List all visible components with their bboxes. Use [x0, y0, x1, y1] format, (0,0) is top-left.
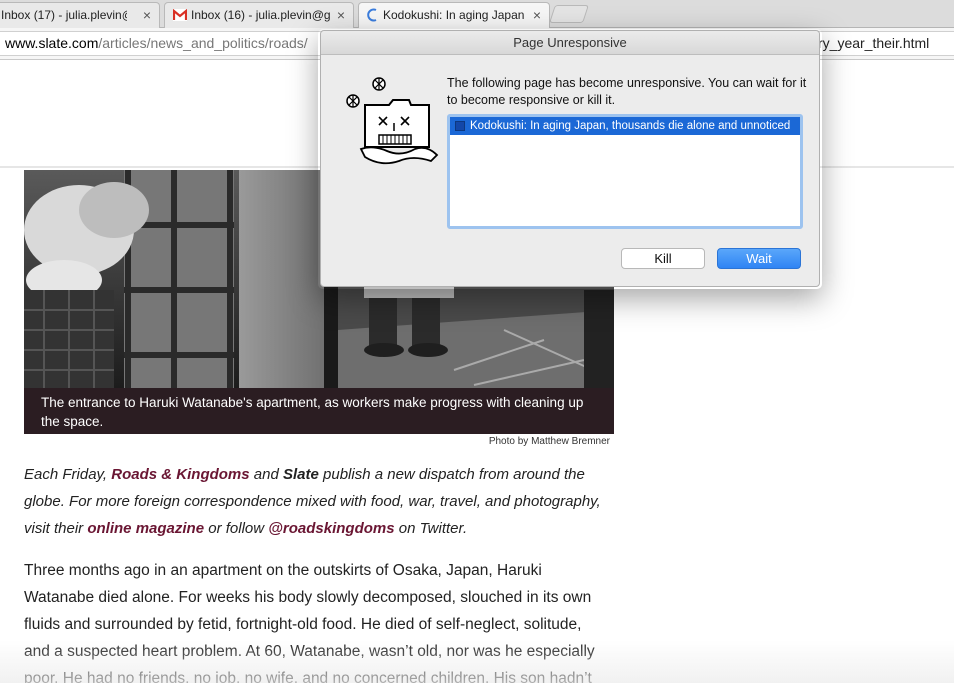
kill-button[interactable]: Kill [621, 248, 705, 269]
dialog-title: Page Unresponsive [321, 31, 819, 55]
intro-text: Each Friday, [24, 466, 112, 483]
tab-close-icon[interactable]: × [533, 3, 541, 27]
intro-text: and [249, 466, 283, 483]
roadskingdoms-twitter-link[interactable]: @roadskingdoms [268, 520, 394, 537]
intro-text: or follow [204, 520, 269, 537]
online-magazine-link[interactable]: online magazine [87, 520, 204, 537]
tab-title: Kodokushi: In aging Japan, [383, 8, 525, 22]
wait-button[interactable]: Wait [717, 248, 801, 269]
url-visible-end: ry_year_their.html [818, 35, 930, 51]
gmail-icon [173, 9, 187, 21]
tab-inbox-17[interactable]: Inbox (17) - julia.plevin@gm × [0, 2, 160, 28]
page-unresponsive-dialog: Page Unresponsive The following page has… [320, 30, 820, 287]
list-item-label: Kodokushi: In aging Japan, thousands die… [470, 120, 791, 132]
browser-window: Inbox (17) - julia.plevin@gm × Inbox (16… [0, 0, 954, 683]
tab-kodokushi[interactable]: Kodokushi: In aging Japan, × [358, 2, 550, 29]
dialog-message: The following page has become unresponsi… [447, 76, 807, 107]
list-item-kodokushi[interactable]: Kodokushi: In aging Japan, thousands die… [450, 117, 800, 135]
intro-text: on Twitter. [394, 520, 468, 537]
photo-credit: Photo by Matthew Bremner [488, 436, 610, 447]
sad-folder-icon [346, 77, 439, 165]
new-tab-button[interactable] [549, 5, 589, 23]
tab-inbox-16[interactable]: Inbox (16) - julia.plevin@gm × [164, 2, 354, 28]
photo-caption: The entrance to Haruki Watanabe's apartm… [24, 388, 614, 434]
tab-strip: Inbox (17) - julia.plevin@gm × Inbox (16… [0, 0, 954, 29]
tab-close-icon[interactable]: × [143, 3, 151, 27]
loading-spinner-icon [367, 8, 377, 22]
unresponsive-pages-list[interactable]: Kodokushi: In aging Japan, thousands die… [447, 114, 803, 229]
url-visible-start: www.slate.com/articles/news_and_politics… [5, 32, 308, 55]
tab-close-icon[interactable]: × [337, 3, 345, 27]
tab-title: Inbox (16) - julia.plevin@gm [191, 8, 331, 22]
url-path: /articles/news_and_politics/roads/ [98, 35, 308, 51]
slate-name: Slate [282, 466, 319, 483]
roads-and-kingdoms-link[interactable]: Roads & Kingdoms [111, 466, 249, 483]
url-domain: www.slate.com [5, 35, 99, 51]
page-favicon-icon [455, 121, 465, 131]
article-intro: Each Friday, Roads & Kingdoms and Slate … [24, 461, 604, 542]
tab-title: Inbox (17) - julia.plevin@gm [1, 8, 127, 22]
article-body-paragraph: Three months ago in an apartment on the … [24, 562, 595, 683]
